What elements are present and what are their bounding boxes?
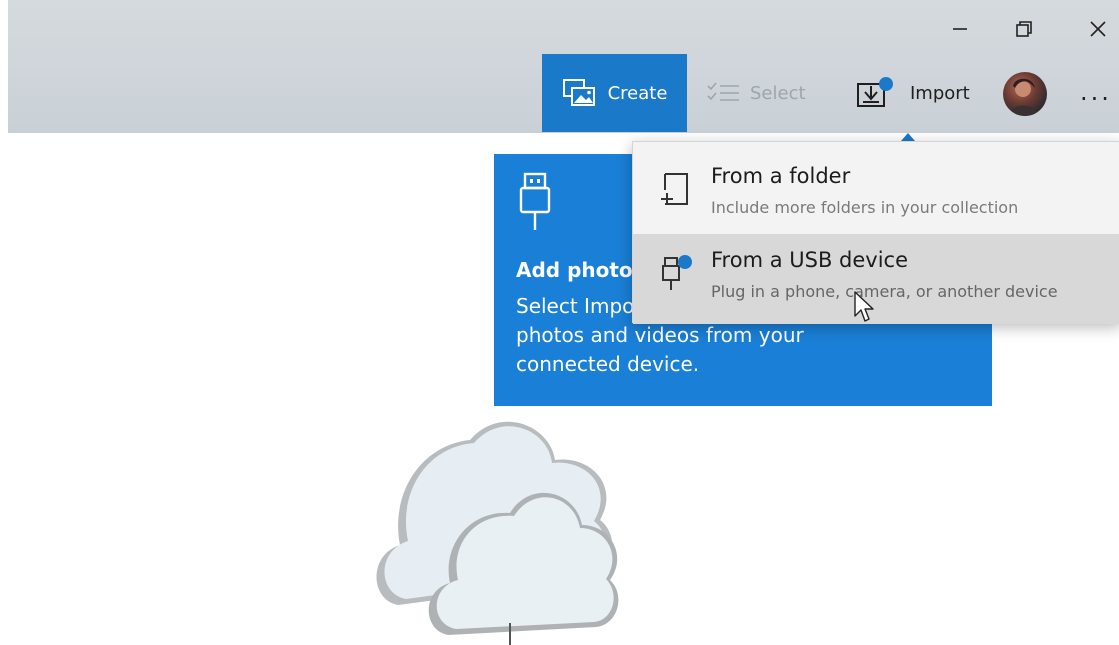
select-label: Select (750, 82, 806, 104)
import-button[interactable]: Import (848, 54, 984, 132)
close-icon (1090, 21, 1106, 37)
menu-item-title: From a folder (711, 164, 851, 188)
mouse-cursor-icon (854, 291, 874, 322)
close-button[interactable] (1078, 12, 1118, 46)
create-label: Create (607, 82, 668, 104)
slideshow-icon (562, 79, 595, 106)
import-icon (857, 77, 893, 107)
menu-item-subtitle: Include more folders in your collection (711, 198, 1019, 217)
import-pointer (901, 133, 915, 141)
folder-add-icon (661, 173, 688, 205)
more-options-button[interactable]: ... (1080, 78, 1112, 106)
menu-item-title: From a USB device (711, 248, 909, 272)
select-button[interactable]: Select (700, 54, 826, 132)
restore-icon (1016, 21, 1032, 37)
minimize-button[interactable] (940, 12, 980, 46)
menu-item-from-folder[interactable]: From a folder Include more folders in yo… (633, 142, 1119, 232)
usb-device-icon (662, 255, 692, 290)
avatar[interactable] (1003, 72, 1047, 116)
checklist-icon (707, 82, 739, 101)
menu-item-from-usb[interactable]: From a USB device Plug in a phone, camer… (633, 234, 1119, 324)
avatar-photo-icon (1009, 78, 1039, 116)
import-label: Import (910, 82, 970, 104)
usb-icon (519, 172, 551, 230)
cloud-illustration (376, 421, 619, 645)
tip-title: Add photo (516, 258, 633, 282)
create-button[interactable]: Create (542, 54, 687, 132)
left-edge (0, 0, 8, 133)
minimize-icon (953, 28, 967, 30)
restore-button[interactable] (1004, 12, 1044, 46)
menu-item-subtitle: Plug in a phone, camera, or another devi… (711, 282, 1058, 301)
